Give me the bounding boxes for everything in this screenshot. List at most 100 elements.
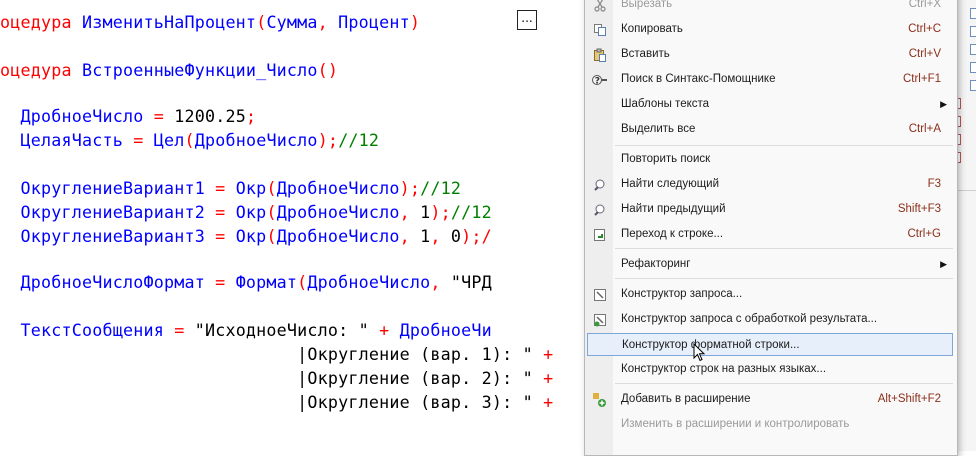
menu-item-конструктор-запроса-с-обработкой-результата[interactable]: Конструктор запроса с обработкой результ…: [587, 308, 953, 331]
code-token: ДробноеЧисло: [194, 130, 318, 150]
find-prev-icon: [592, 202, 608, 218]
menu-item-изменить-в-расширении-и-контролировать[interactable]: Изменить в расширении и контролировать: [587, 413, 953, 436]
menu-item-рефакторинг[interactable]: Рефакторинг ▶: [587, 253, 953, 276]
menu-item-shortcut: Ctrl+A: [908, 123, 941, 135]
menu-item-label: Конструктор форматной строки...: [622, 339, 800, 351]
code-token: Сумма: [266, 12, 318, 32]
code-token: +: [532, 392, 564, 412]
submenu-arrow-icon: ▶: [940, 259, 947, 269]
panel-icon: [970, 8, 976, 19]
code-line: ЦелаяЧасть = Цел(ДробноеЧисло);//12: [0, 128, 379, 152]
menu-item-label: Выделить все: [621, 123, 696, 135]
menu-item-переход-к-строке[interactable]: Переход к строке... Ctrl+G: [587, 223, 953, 246]
menu-item-копировать[interactable]: Копировать Ctrl+C: [587, 18, 953, 41]
code-token: Окр: [235, 202, 267, 222]
code-token: 1: [420, 226, 431, 246]
code-token: +: [532, 368, 564, 388]
menu-item-label: Конструктор запроса с обработкой результ…: [621, 313, 878, 325]
code-token: =: [163, 320, 195, 340]
menu-item-label: Копировать: [621, 23, 683, 35]
menu-item-shortcut: Alt+Shift+F2: [877, 393, 941, 405]
menu-item-label: Рефакторинг: [621, 258, 691, 270]
menu-item-поиск-в-синтакс-помощнике[interactable]: ? Поиск в Синтакс-Помощнике Ctrl+F1: [587, 68, 953, 91]
code-token: //12: [420, 178, 462, 198]
code-line: ДробноеЧисло = 1200.25;: [0, 104, 256, 128]
code-token: 1200.25: [174, 106, 246, 126]
menu-item-выделить-все[interactable]: Выделить все Ctrl+A: [587, 118, 953, 141]
code-line: ОкруглениеВариант2 = Окр(ДробноеЧисло, 1…: [0, 200, 492, 224]
code-token: ДробноеЧисло: [276, 178, 400, 198]
code-token: ДробноеЧисло: [0, 106, 144, 126]
code-line: оцедура ВстроенныеФункции_Число(): [0, 58, 338, 82]
code-token: Окр: [235, 178, 267, 198]
code-token: ,: [317, 12, 339, 32]
code-token: ,: [430, 226, 451, 246]
code-token: ОкруглениеВариант3: [0, 226, 205, 246]
code-token: ЦелаяЧасть: [0, 130, 123, 150]
menu-item-label: Найти предыдущий: [621, 203, 726, 215]
menu-item-добавить-в-расширение[interactable]: Добавить в расширение Alt+Shift+F2: [587, 388, 953, 411]
menu-item-конструктор-форматной-строки[interactable]: Конструктор форматной строки...: [587, 333, 953, 356]
code-token: Цел: [153, 130, 185, 150]
menu-item-повторить-поиск[interactable]: Повторить поиск: [587, 148, 953, 171]
code-line: ТекстСообщения = "ИсходноеЧисло: " + Дро…: [0, 318, 492, 342]
code-token: |Округление (вар. 3): ": [0, 392, 533, 412]
query-builder-icon: [592, 287, 608, 303]
menu-item-shortcut: Ctrl+G: [907, 228, 941, 240]
menu-item-конструктор-запроса[interactable]: Конструктор запроса...: [587, 283, 953, 306]
code-line: ОкруглениеВариант1 = Окр(ДробноеЧисло);/…: [0, 176, 461, 200]
menu-item-shortcut: Shift+F3: [897, 203, 941, 215]
menu-separator: [615, 248, 953, 249]
code-line: |Округление (вар. 1): " +: [0, 342, 564, 366]
code-token: (: [297, 272, 308, 292]
menu-item-shortcut: Ctrl+F1: [902, 73, 941, 85]
menu-item-label: Шаблоны текста: [621, 98, 710, 110]
code-token: );: [317, 130, 339, 150]
code-token: ДробноеЧисло: [276, 226, 400, 246]
menu-item-вырезать[interactable]: Вырезать Ctrl+X: [587, 0, 953, 16]
code-token: );/: [461, 226, 492, 246]
menu-item-найти-предыдущий[interactable]: Найти предыдущий Shift+F3: [587, 198, 953, 221]
code-token: ДробноеЧислоФормат: [0, 272, 205, 292]
goto-line-icon: [592, 227, 608, 243]
panel-icon: [970, 80, 976, 91]
panel-icon: [970, 44, 976, 55]
panel-icon: [970, 62, 976, 73]
code-token: ВстроенныеФункции_Число: [81, 60, 318, 80]
add-extension-icon: [592, 392, 608, 408]
menu-item-label: Добавить в расширение: [621, 393, 751, 405]
menu-item-label: Изменить в расширении и контролировать: [621, 418, 850, 430]
menu-separator: [615, 145, 953, 146]
menu-item-shortcut: F3: [927, 178, 941, 190]
menu-item-конструктор-строк-на-разных-языках[interactable]: Конструктор строк на разных языках...: [587, 358, 953, 381]
menu-item-найти-следующий[interactable]: Найти следующий F3: [587, 173, 953, 196]
menu-item-вставить[interactable]: Вставить Ctrl+V: [587, 43, 953, 66]
menu-item-label: Поиск в Синтакс-Помощнике: [621, 73, 776, 85]
code-token: =: [204, 178, 236, 198]
menu-item-shortcut: Ctrl+X: [908, 0, 941, 10]
code-token: +: [368, 320, 400, 340]
context-menu: Вырезать Ctrl+X Копировать Ctrl+C Вставить Ct…: [584, 0, 958, 456]
code-token: =: [122, 130, 154, 150]
code-token: (: [256, 12, 267, 32]
code-token: ,: [399, 226, 421, 246]
code-token: |Округление (вар. 1): ": [0, 344, 533, 364]
menu-item-label: Найти следующий: [621, 178, 720, 190]
menu-item-label: Конструктор строк на разных языках...: [621, 363, 827, 375]
code-token: ,: [430, 272, 451, 292]
parameters-button[interactable]: ...: [517, 10, 537, 30]
menu-item-label: Конструктор запроса...: [621, 288, 743, 300]
code-token: Процент: [338, 12, 410, 32]
paste-icon: [592, 47, 608, 63]
code-token: ДробноеЧисло: [276, 202, 400, 222]
scissors-icon: [592, 0, 608, 13]
panel-icon: [970, 26, 976, 37]
code-token: Окр: [235, 226, 267, 246]
find-next-icon: [592, 177, 608, 193]
code-line: |Округление (вар. 2): " +: [0, 366, 564, 390]
code-token: =: [204, 272, 236, 292]
menu-item-shortcut: Ctrl+C: [908, 23, 941, 35]
code-line: ДробноеЧислоФормат = Формат(ДробноеЧисло…: [0, 270, 492, 294]
menu-item-шаблоны-текста[interactable]: Шаблоны текста ▶: [587, 93, 953, 116]
code-line: ОкруглениеВариант3 = Окр(ДробноеЧисло, 1…: [0, 224, 492, 248]
